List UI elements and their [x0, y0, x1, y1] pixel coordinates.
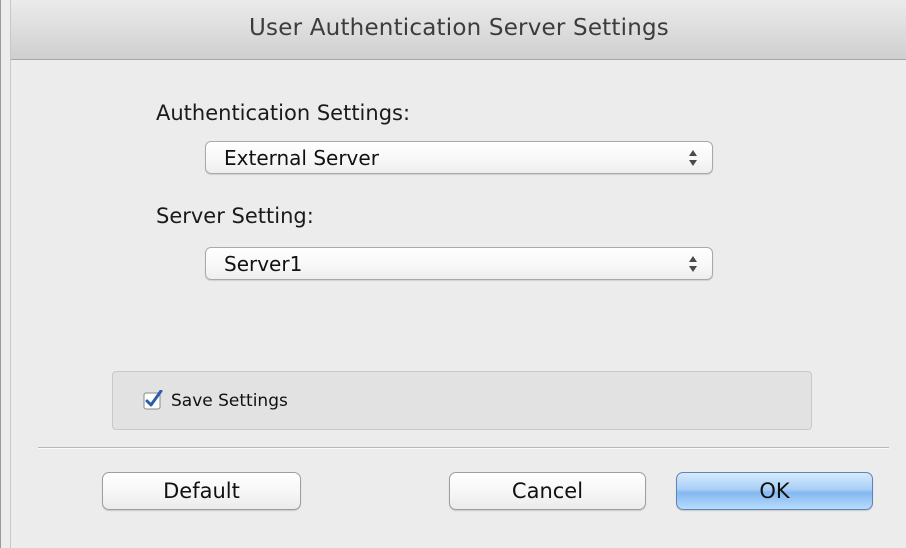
- default-button[interactable]: Default: [102, 472, 301, 510]
- dialog-window: User Authentication Server Settings Auth…: [0, 0, 906, 548]
- window-title: User Authentication Server Settings: [249, 15, 669, 41]
- updown-arrows-icon: [689, 150, 697, 166]
- server-setting-label: Server Setting:: [156, 204, 314, 228]
- cancel-button[interactable]: Cancel: [449, 472, 646, 510]
- ok-button[interactable]: OK: [676, 472, 873, 510]
- save-settings-checkbox[interactable]: [143, 390, 163, 410]
- save-settings-group: Save Settings: [112, 371, 812, 430]
- authentication-settings-popup[interactable]: External Server: [205, 141, 713, 174]
- authentication-settings-value: External Server: [224, 146, 379, 170]
- authentication-settings-label: Authentication Settings:: [156, 101, 411, 125]
- server-setting-value: Server1: [224, 252, 303, 276]
- save-settings-label[interactable]: Save Settings: [171, 391, 288, 411]
- server-setting-popup[interactable]: Server1: [205, 247, 713, 280]
- separator-line: [38, 447, 889, 449]
- window-edge: [1, 0, 11, 548]
- updown-arrows-icon: [689, 256, 697, 272]
- title-bar[interactable]: User Authentication Server Settings: [11, 0, 906, 60]
